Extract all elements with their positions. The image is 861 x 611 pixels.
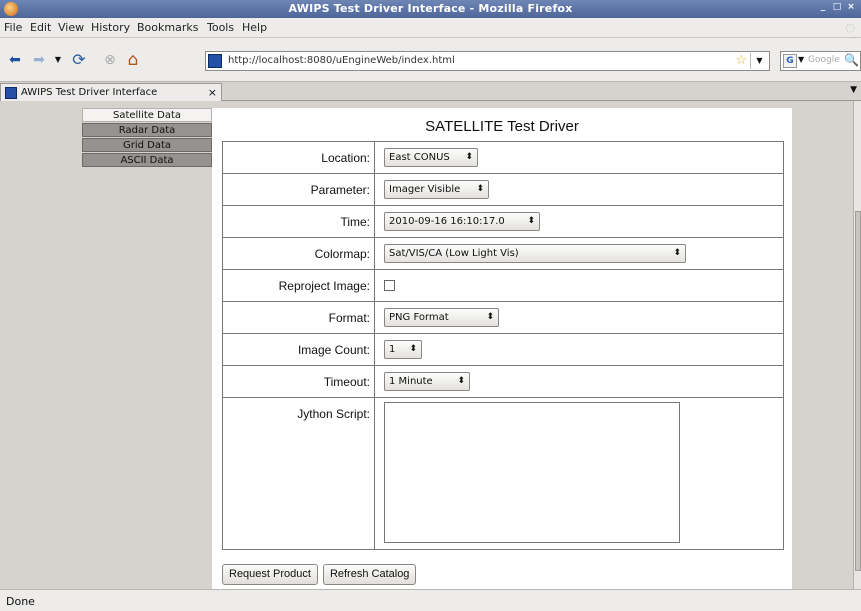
back-icon[interactable]: ⬅: [6, 51, 24, 69]
form-row-timeout: Timeout: 1 Minute ⬍: [223, 366, 783, 398]
form-buttons: Request Product Refresh Catalog: [222, 564, 417, 585]
test-driver-panel: SATELLITE Test Driver Location: East CON…: [212, 108, 792, 589]
nav-satellite-data[interactable]: Satellite Data: [82, 108, 212, 122]
form-row-format: Format: PNG Format ⬍: [223, 302, 783, 334]
status-bar: Done: [0, 589, 861, 611]
reload-icon[interactable]: ⟳: [70, 51, 88, 69]
form-row-image-count: Image Count: 1 ⬍: [223, 334, 783, 366]
search-engine-icon[interactable]: G: [783, 54, 797, 68]
jython-label: Jython Script:: [223, 398, 375, 549]
page-title: SATELLITE Test Driver: [425, 118, 579, 135]
tab-awips-test-driver[interactable]: AWIPS Test Driver Interface ×: [0, 83, 222, 101]
location-value: East CONUS: [389, 152, 450, 163]
forward-icon[interactable]: ➡: [30, 51, 48, 69]
tab-close-icon[interactable]: ×: [208, 86, 217, 99]
parameter-select[interactable]: Imager Visible ⬍: [384, 180, 489, 199]
image-count-value: 1: [389, 344, 396, 355]
image-count-select[interactable]: 1 ⬍: [384, 340, 422, 359]
refresh-catalog-button[interactable]: Refresh Catalog: [322, 564, 417, 585]
bookmark-star-icon[interactable]: ☆: [735, 53, 747, 68]
menu-view[interactable]: View: [58, 21, 84, 34]
time-select[interactable]: 2010-09-16 16:10:17.0 ⬍: [384, 212, 540, 231]
select-arrows-icon: ⬍: [476, 184, 484, 194]
tab-bar: AWIPS Test Driver Interface × ▼: [0, 82, 861, 101]
reproject-label: Reproject Image:: [223, 270, 375, 301]
menu-tools[interactable]: Tools: [207, 21, 234, 34]
select-arrows-icon: ⬍: [673, 248, 681, 258]
menu-edit[interactable]: Edit: [30, 21, 51, 34]
address-url[interactable]: http://localhost:8080/uEngineWeb/index.h…: [228, 55, 455, 66]
close-window-icon[interactable]: ×: [845, 1, 857, 13]
reproject-checkbox[interactable]: [384, 280, 395, 291]
nav-grid-data[interactable]: Grid Data: [82, 138, 212, 152]
select-arrows-icon: ⬍: [486, 312, 494, 322]
scrollbar-thumb[interactable]: [855, 211, 861, 571]
jython-script-textarea[interactable]: [384, 402, 680, 543]
parameter-value: Imager Visible: [389, 184, 461, 195]
tab-favicon-icon: [5, 87, 17, 99]
form-row-colormap: Colormap: Sat/VIS/CA (Low Light Vis) ⬍: [223, 238, 783, 270]
select-arrows-icon: ⬍: [457, 376, 465, 386]
parameter-label: Parameter:: [223, 174, 375, 205]
colormap-select[interactable]: Sat/VIS/CA (Low Light Vis) ⬍: [384, 244, 686, 263]
timeout-select[interactable]: 1 Minute ⬍: [384, 372, 470, 391]
select-arrows-icon: ⬍: [465, 152, 473, 162]
time-value: 2010-09-16 16:10:17.0: [389, 216, 505, 227]
page-content: Satellite Data Radar Data Grid Data ASCI…: [0, 101, 853, 589]
menu-bar: File Edit View History Bookmarks Tools H…: [0, 18, 861, 38]
tab-label: AWIPS Test Driver Interface: [21, 87, 158, 98]
location-select[interactable]: East CONUS ⬍: [384, 148, 478, 167]
satellite-form: Location: East CONUS ⬍ Parameter: Imager …: [222, 141, 784, 550]
menu-help[interactable]: Help: [242, 21, 267, 34]
timeout-value: 1 Minute: [389, 376, 433, 387]
vertical-scrollbar[interactable]: [853, 101, 861, 589]
navigation-toolbar: ⬅ ➡ ▼ ⟳ ⊗ ⌂ http://localhost:8080/uEngin…: [0, 38, 861, 82]
window-controls: _ □ ×: [817, 1, 857, 13]
format-select[interactable]: PNG Format ⬍: [384, 308, 499, 327]
minimize-icon[interactable]: _: [817, 1, 829, 13]
home-icon[interactable]: ⌂: [124, 51, 142, 69]
timeout-label: Timeout:: [223, 366, 375, 397]
menu-bookmarks[interactable]: Bookmarks: [137, 21, 198, 34]
tab-list-dropdown-icon[interactable]: ▼: [850, 85, 857, 95]
history-dropdown-icon[interactable]: ▼: [49, 51, 67, 69]
search-box[interactable]: G ▼ Google 🔍: [780, 51, 861, 71]
time-label: Time:: [223, 206, 375, 237]
select-arrows-icon: ⬍: [527, 216, 535, 226]
menu-file[interactable]: File: [4, 21, 22, 34]
data-type-nav: Satellite Data Radar Data Grid Data ASCI…: [82, 108, 212, 168]
activity-throbber-icon: ◌: [845, 21, 855, 34]
stop-icon[interactable]: ⊗: [101, 51, 119, 69]
window-titlebar: AWIPS Test Driver Interface - Mozilla Fi…: [0, 0, 861, 18]
status-text: Done: [6, 595, 35, 608]
search-icon[interactable]: 🔍: [844, 53, 859, 67]
nav-ascii-data[interactable]: ASCII Data: [82, 153, 212, 167]
image-count-label: Image Count:: [223, 334, 375, 365]
colormap-label: Colormap:: [223, 238, 375, 269]
window-title: AWIPS Test Driver Interface - Mozilla Fi…: [288, 2, 573, 15]
colormap-value: Sat/VIS/CA (Low Light Vis): [389, 248, 519, 259]
menu-history[interactable]: History: [91, 21, 130, 34]
format-label: Format:: [223, 302, 375, 333]
nav-radar-data[interactable]: Radar Data: [82, 123, 212, 137]
location-label: Location:: [223, 142, 375, 173]
request-product-button[interactable]: Request Product: [222, 564, 318, 585]
form-row-location: Location: East CONUS ⬍: [223, 142, 783, 174]
site-favicon-icon: [208, 54, 222, 68]
search-placeholder[interactable]: Google: [808, 55, 840, 65]
form-row-time: Time: 2010-09-16 16:10:17.0 ⬍: [223, 206, 783, 238]
select-arrows-icon: ⬍: [409, 344, 417, 354]
format-value: PNG Format: [389, 312, 449, 323]
search-engine-dropdown-icon[interactable]: ▼: [798, 55, 804, 64]
form-row-jython: Jython Script:: [223, 398, 783, 549]
address-bar[interactable]: http://localhost:8080/uEngineWeb/index.h…: [205, 51, 770, 71]
form-row-parameter: Parameter: Imager Visible ⬍: [223, 174, 783, 206]
form-row-reproject: Reproject Image:: [223, 270, 783, 302]
url-dropdown-icon[interactable]: ▼: [750, 53, 768, 69]
maximize-icon[interactable]: □: [831, 1, 843, 13]
